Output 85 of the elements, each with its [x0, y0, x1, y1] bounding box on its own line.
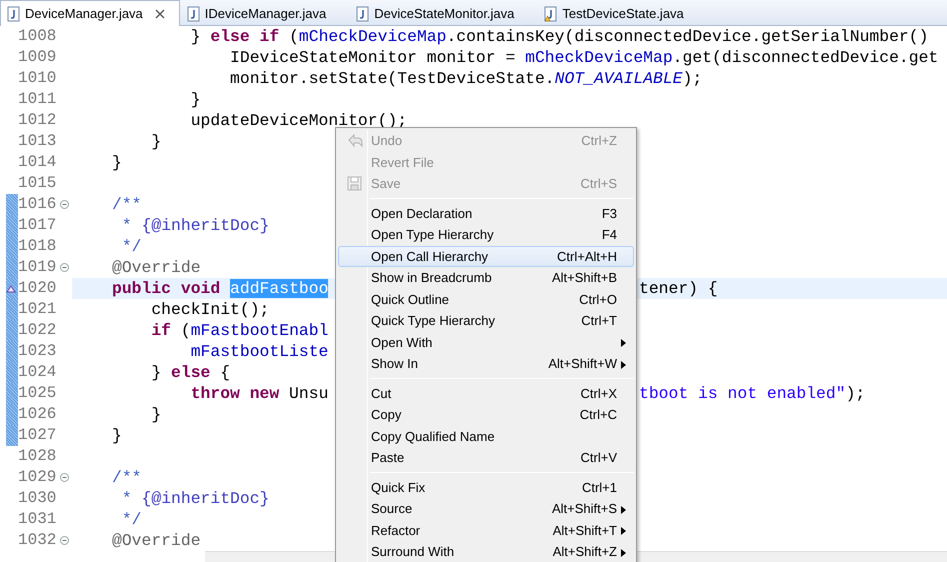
shortcut-label: F4 [602, 226, 617, 244]
line-number: 1014 [18, 152, 58, 173]
code-line: } [190, 89, 201, 110]
shortcut-label: Ctrl+C [580, 406, 617, 424]
menu-item-label: Quick Type Hierarchy [371, 312, 496, 330]
line-number: 1018 [18, 236, 58, 257]
shortcut-label: Alt+Shift+S [552, 500, 617, 518]
menu-item-label: Show In [371, 355, 419, 373]
menu-item-label: Source [371, 500, 414, 518]
code-line: @Override [112, 530, 201, 551]
shortcut-label: Ctrl+T [581, 312, 617, 330]
menu-item-label: Quick Fix [371, 478, 426, 496]
line-number: 1021 [18, 299, 58, 320]
line-number: 1009 [18, 47, 58, 68]
code-line: throw new Unsu [190, 383, 328, 404]
shortcut-label: Ctrl+1 [582, 478, 617, 496]
code-line: tboot is not enabled"); [639, 383, 866, 404]
menu-item-label: Open Call Hierarchy [371, 248, 490, 266]
line-number: 1025 [18, 383, 58, 404]
line-number: 1017 [18, 215, 58, 236]
code-line: mFastbootListe [190, 341, 328, 362]
menu-item-label: Quick Outline [371, 290, 450, 308]
code-line: tener) { [639, 278, 718, 299]
menu-item-label: Save [371, 175, 402, 193]
shortcut-label: Ctrl+O [579, 290, 617, 308]
menu-item-label: Refactor [371, 522, 422, 540]
shortcut-label: Ctrl+Alt+H [557, 248, 617, 266]
shortcut-label: F3 [602, 204, 617, 222]
menu-item-label: Open With [371, 334, 434, 352]
code-line: IDeviceStateMonitor monitor = mCheckDeviceMap.get(disconnectedDevice.get [229, 47, 938, 68]
code-line: @Override [112, 257, 201, 278]
code-line: updateDeviceMonitor(); [190, 110, 408, 131]
menu-item-label: Open Declaration [371, 204, 474, 223]
line-number: 1024 [18, 362, 58, 383]
code-line: */ [120, 509, 142, 530]
line-number: 1028 [18, 446, 58, 467]
shortcut-label: Ctrl+Z [581, 132, 617, 150]
line-number: 1013 [18, 131, 58, 152]
shortcut-label: Ctrl+S [580, 175, 617, 193]
line-number: 1026 [18, 404, 58, 425]
line-number: 1023 [18, 341, 58, 362]
line-number: 1010 [18, 68, 58, 89]
code-line: /** [112, 194, 142, 215]
code-line: monitor.setState(TestDeviceState.NOT_AVAILABLE); [229, 68, 702, 89]
line-number: 1032 [18, 530, 58, 551]
shortcut-label: Alt+Shift+B [552, 269, 617, 287]
code-line: public void addFastboo [112, 278, 328, 299]
code-line: } [112, 425, 122, 446]
line-number: 1029 [18, 467, 58, 488]
menu-item-label: Show in Breadcrumb [371, 269, 493, 287]
line-number: 1031 [18, 509, 58, 530]
code-line: checkInit(); [150, 299, 270, 320]
shortcut-label: Ctrl+X [580, 384, 617, 402]
line-number: 1008 [18, 26, 58, 47]
line-number: 1020 [18, 278, 58, 299]
line-number: 1012 [18, 110, 58, 131]
code-line: } [112, 152, 122, 173]
code-line: } [150, 131, 162, 152]
menu-item-label: Paste [371, 449, 406, 467]
menu-item-label: Revert File [371, 154, 435, 172]
menu-item-label: Surround With [371, 543, 456, 561]
line-number: 1027 [18, 425, 58, 446]
code-line: if (mFastbootEnabl [150, 320, 328, 341]
line-number: 1015 [18, 173, 58, 194]
shortcut-label: Alt+Shift+W [548, 355, 617, 373]
menu-item-label: Copy Qualified Name [371, 428, 496, 446]
code-line: } else if (mCheckDeviceMap.containsKey(disconnectedDevice.getSerialNumber() [190, 26, 928, 47]
code-line: /** [112, 467, 142, 488]
code-line: */ [120, 236, 142, 257]
line-number: 1030 [18, 488, 58, 509]
code-line: * {@inheritDoc} [120, 215, 270, 236]
line-number: 1022 [18, 320, 58, 341]
shortcut-label: Alt+Shift+Z [552, 543, 617, 561]
shortcut-label: Alt+Shift+T [552, 522, 617, 540]
menu-item-label: Cut [371, 384, 392, 402]
line-number: 1019 [18, 257, 58, 278]
line-number: 1011 [18, 89, 58, 110]
menu-item-label: Copy [371, 406, 402, 424]
code-line: * {@inheritDoc} [120, 488, 270, 509]
shortcut-label: Ctrl+V [580, 449, 617, 467]
menu-item-label: Undo [371, 132, 404, 150]
menu-item-label: Open Type Hierarchy [371, 226, 495, 244]
code-line: } [150, 404, 162, 425]
code-line: } else { [150, 362, 230, 383]
line-number: 1016 [18, 194, 58, 215]
